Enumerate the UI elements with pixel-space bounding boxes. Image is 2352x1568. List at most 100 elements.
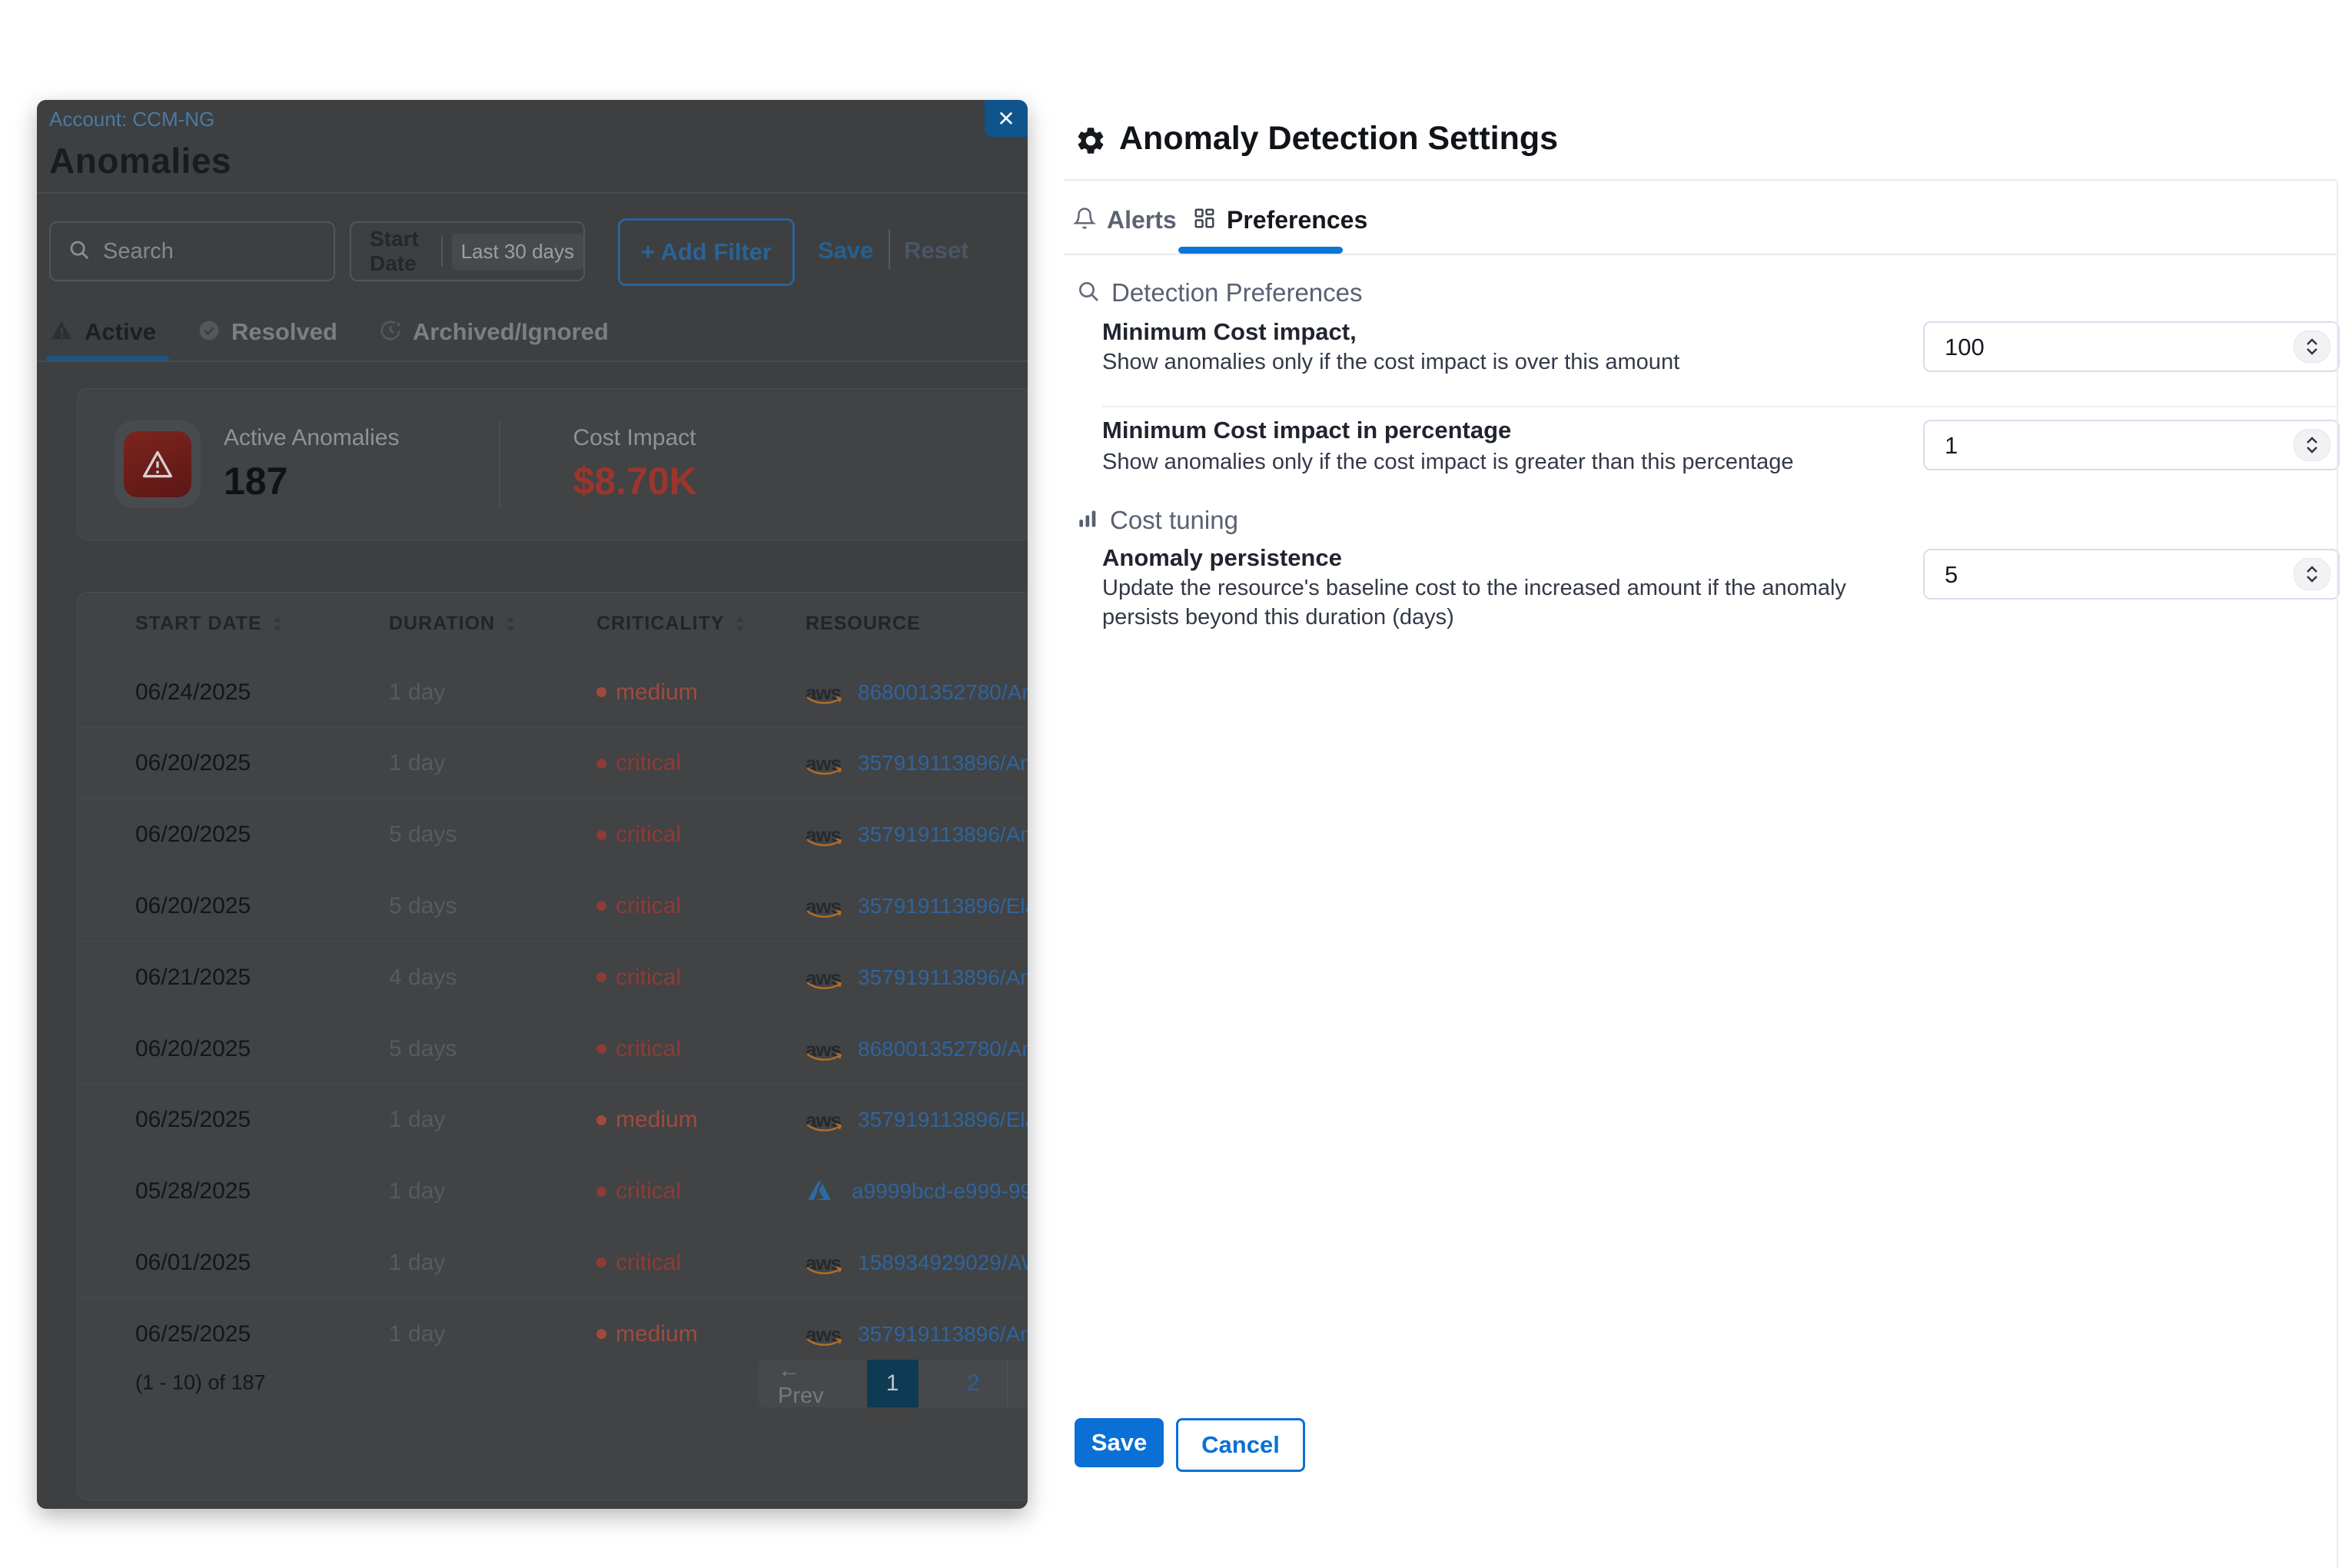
criticality-label: medium [616, 1107, 698, 1133]
criticality-dot-icon [596, 1187, 606, 1197]
number-stepper[interactable] [2294, 331, 2330, 363]
filter-divider [889, 229, 890, 269]
cost-impact-label: Cost Impact [573, 425, 696, 451]
pagination-range: (1 - 10) of 187 [135, 1371, 266, 1395]
table-header: START DATE DURATION CRITICALITY RESOURCE [78, 593, 1028, 656]
aws-icon: aws [806, 750, 845, 776]
pagination-page-1[interactable]: 1 [867, 1360, 919, 1407]
min-cost-pct-input-wrap [1923, 420, 2340, 470]
resource-link[interactable]: 357919113896/Amazon [858, 1322, 1028, 1347]
filter-save-button[interactable]: Save [818, 237, 873, 264]
criticality-label: critical [616, 893, 681, 919]
cell-duration: 1 day [389, 1250, 445, 1276]
resource-link[interactable]: 357919113896/Amazon [858, 751, 1028, 776]
cell-duration: 1 day [389, 1107, 445, 1133]
cell-start-date: 06/20/2025 [135, 750, 251, 776]
cell-resource: aws357919113896/Elastic Lo [806, 1107, 1028, 1133]
magnifier-icon [1076, 279, 1101, 307]
cell-resource: a9999bcd-e999-999f-g [806, 1178, 1028, 1204]
anomaly-persistence-input-wrap [1923, 549, 2340, 600]
cell-resource: aws158934929029/AWS Co [806, 1250, 1028, 1276]
number-stepper[interactable] [2294, 429, 2330, 461]
min-cost-impact-description: Show anomalies only if the cost impact i… [1102, 347, 1879, 377]
cell-start-date: 06/24/2025 [135, 679, 251, 706]
tab-resolved[interactable]: Resolved [198, 318, 337, 346]
col-resource[interactable]: RESOURCE [806, 613, 921, 635]
close-button[interactable]: ✕ [985, 100, 1028, 137]
cell-criticality: medium [596, 1107, 698, 1133]
table-row: 06/25/20251 daymediumaws357919113896/Ela… [78, 1084, 1028, 1156]
cell-criticality: medium [596, 679, 698, 706]
cell-start-date: 06/20/2025 [135, 822, 251, 848]
resource-link[interactable]: 357919113896/Amazon [858, 965, 1028, 990]
cell-start-date: 06/01/2025 [135, 1250, 251, 1276]
resource-link[interactable]: 868001352780/Amazon [858, 1037, 1028, 1061]
drawer-tabs: Active Resolved Archived/Ignored [49, 309, 650, 355]
aws-icon: aws [806, 965, 845, 991]
min-cost-pct-input[interactable] [1943, 421, 2238, 470]
pagination: ← Prev 1 2 3 [758, 1360, 1028, 1407]
anomalies-drawer: Account: CCM-NG ✕ Anomalies Start Date L… [37, 100, 1028, 1509]
cell-duration: 5 days [389, 1036, 457, 1062]
tab-archived[interactable]: Archived/Ignored [379, 318, 609, 346]
table-row: 05/28/20251 daycriticala9999bcd-e999-999… [78, 1155, 1028, 1227]
resource-link[interactable]: 158934929029/AWS Co [858, 1251, 1028, 1275]
criticality-label: medium [616, 1321, 698, 1347]
search-box[interactable] [49, 221, 335, 281]
col-criticality[interactable]: CRITICALITY [596, 613, 746, 635]
table-row: 06/21/20254 dayscriticalaws357919113896/… [78, 941, 1028, 1013]
cell-duration: 1 day [389, 750, 445, 776]
settings-save-button[interactable]: Save [1075, 1418, 1164, 1467]
filter-reset-button[interactable]: Reset [904, 237, 968, 264]
start-date-value[interactable]: Last 30 days [452, 234, 583, 270]
resource-link[interactable]: 357919113896/Elastic Lo [858, 1108, 1028, 1132]
cost-tuning-section: Cost tuning [1078, 506, 1238, 535]
resource-link[interactable]: 357919113896/Elastic Lo [858, 894, 1028, 919]
col-start-date[interactable]: START DATE [135, 613, 284, 635]
cell-criticality: critical [596, 750, 681, 776]
cell-resource: aws 357919113896/Amazon [806, 750, 1028, 776]
add-filter-button[interactable]: + Add Filter [618, 218, 795, 286]
cost-tuning-title: Cost tuning [1110, 506, 1238, 535]
tab-alerts[interactable]: Alerts [1073, 206, 1177, 234]
close-icon: ✕ [997, 106, 1015, 131]
pagination-prev-button[interactable]: ← Prev [778, 1358, 836, 1409]
tab-active[interactable]: Active [49, 318, 156, 346]
cell-criticality: critical [596, 1178, 681, 1204]
cell-duration: 1 day [389, 1321, 445, 1347]
anomaly-persistence-input[interactable] [1943, 550, 2238, 600]
criticality-dot-icon [596, 1257, 606, 1267]
cell-start-date: 06/25/2025 [135, 1321, 251, 1347]
scrollbar-track[interactable] [2337, 181, 2338, 1568]
account-breadcrumb[interactable]: Account: CCM-NG [49, 108, 214, 131]
number-stepper[interactable] [2294, 558, 2330, 590]
min-cost-pct-label: Minimum Cost impact in percentage [1102, 417, 1511, 444]
start-date-label: Start Date [370, 227, 430, 276]
resource-link[interactable]: 868001352780/Amazon [858, 680, 1028, 705]
aws-icon: aws [806, 822, 845, 848]
sort-icon[interactable] [271, 615, 284, 633]
page-title: Anomalies [49, 140, 231, 181]
anomaly-persistence-description: Update the resource's baseline cost to t… [1102, 573, 1871, 632]
resource-link[interactable]: a9999bcd-e999-999f-g [852, 1179, 1028, 1204]
start-date-filter[interactable]: Start Date Last 30 days [350, 221, 585, 281]
sort-icon[interactable] [734, 615, 746, 633]
pagination-page-2[interactable]: 2 [962, 1370, 985, 1397]
detection-preferences-title: Detection Preferences [1111, 278, 1363, 307]
table-row: 06/01/2025 1 day critical aws158934929029/A… [78, 1226, 1028, 1298]
cell-duration: 1 day [389, 1178, 445, 1204]
min-cost-impact-input[interactable] [1943, 323, 2238, 372]
bar-chart-icon [1078, 508, 1099, 533]
resource-link[interactable]: 357919113896/Amazon [858, 822, 1028, 847]
pagination-separator [1007, 1360, 1008, 1407]
criticality-label: critical [616, 1250, 681, 1276]
col-duration[interactable]: DURATION [389, 613, 517, 635]
settings-cancel-button[interactable]: Cancel [1176, 1418, 1305, 1472]
cost-impact-stat: Cost Impact $8.70K [573, 425, 696, 503]
col-resource-label: RESOURCE [806, 613, 921, 635]
search-input[interactable] [101, 238, 312, 265]
cell-criticality: critical [596, 822, 681, 848]
active-anomalies-stat: Active Anomalies 187 [224, 425, 399, 503]
tab-preferences[interactable]: Preferences [1193, 206, 1367, 234]
sort-icon[interactable] [504, 615, 517, 633]
